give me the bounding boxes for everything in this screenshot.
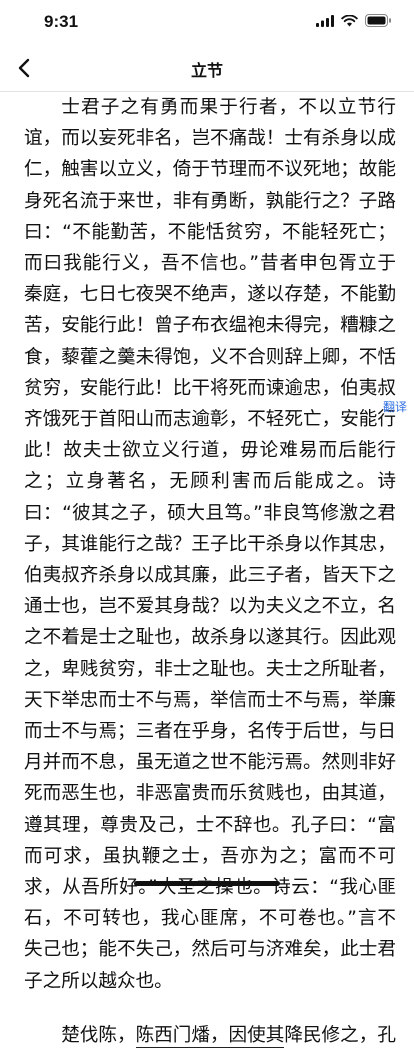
paragraph-2-prefix: 楚伐陈，: [61, 1024, 136, 1046]
article-paragraph-1: 士君子之有勇而果于行者，不以立节行谊，而以妄死非名，岂不痛哉！士有杀身以成仁，触…: [24, 97, 396, 992]
paragraph-2-suffix: 降民修之，孔: [284, 1024, 396, 1046]
article-paragraph-2: 楚伐陈，陈西门燔，因使其降民修之，孔: [24, 1020, 396, 1051]
page-title: 立节: [190, 61, 223, 80]
status-icons: [316, 14, 392, 27]
article-content: 士君子之有勇而果于行者，不以立节行谊，而以妄死非名，岂不痛哉！士有杀身以成仁，触…: [24, 92, 396, 1051]
home-indicator[interactable]: [134, 881, 280, 886]
battery-icon: [365, 14, 391, 27]
status-bar: 9:31: [0, 0, 414, 44]
translate-button[interactable]: 翻译: [383, 398, 407, 415]
underlined-text[interactable]: 陈西门燔，因使其: [135, 1024, 285, 1048]
signal-icon: [316, 14, 334, 27]
nav-bar: 立节: [0, 44, 414, 92]
wifi-icon: [341, 14, 358, 26]
status-time: 9:31: [44, 12, 79, 31]
